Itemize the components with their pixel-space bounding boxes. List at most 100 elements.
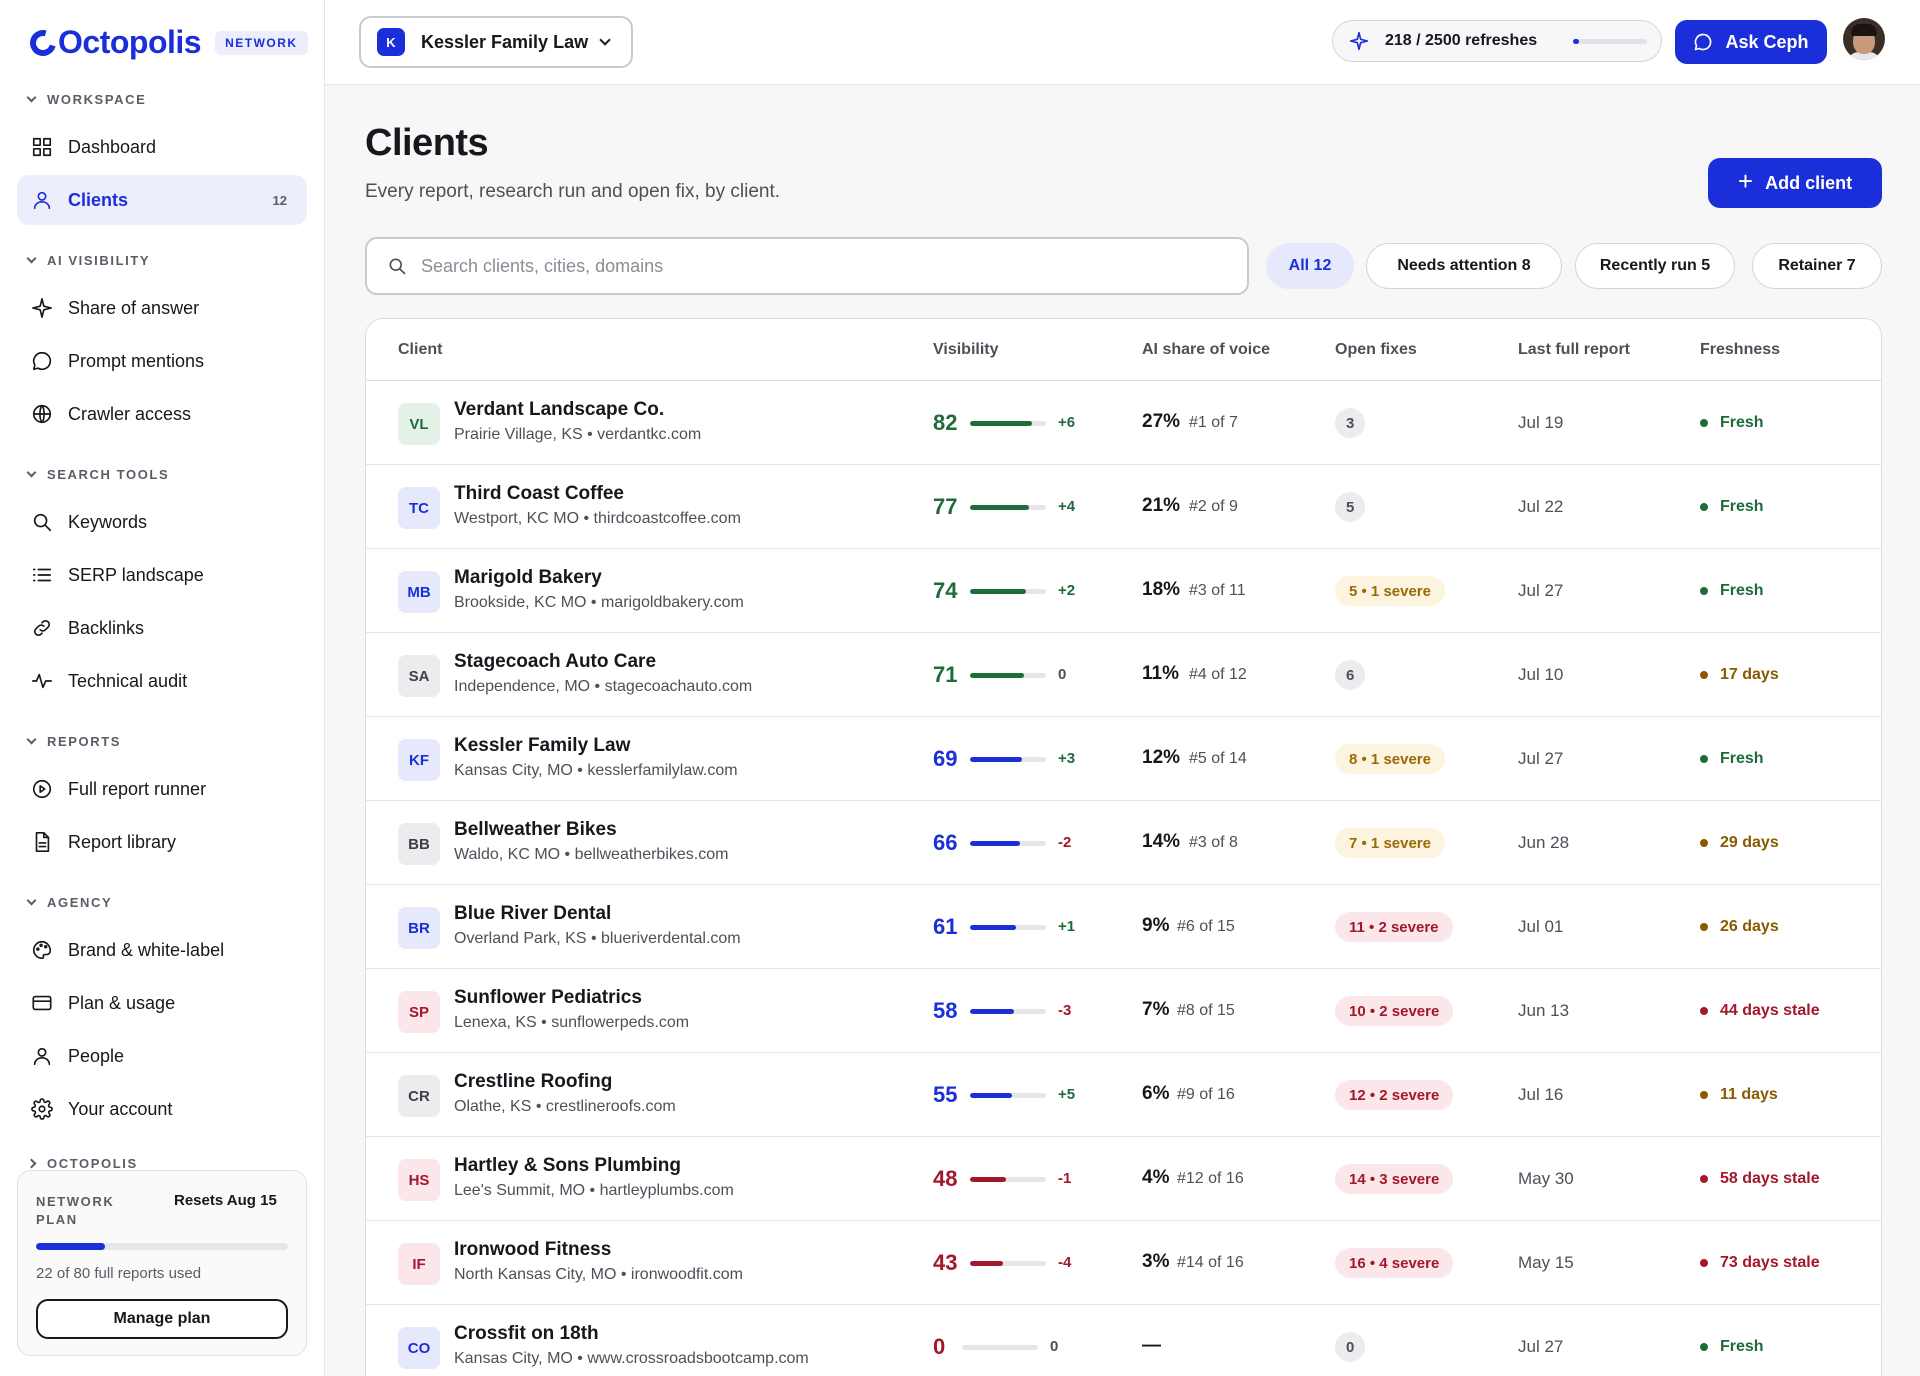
column-header-last-report[interactable]: Last full report — [1518, 341, 1630, 359]
visibility-score: 43 — [933, 1250, 958, 1275]
freshness-label: Fresh — [1720, 750, 1764, 767]
client-name[interactable]: Third Coast Coffee — [454, 483, 624, 505]
user-icon — [30, 188, 54, 212]
client-name[interactable]: Crestline Roofing — [454, 1071, 612, 1093]
section-label-ai-visibility[interactable]: AI VISIBILITY — [26, 253, 150, 268]
palette-icon — [30, 938, 54, 962]
client-name[interactable]: Marigold Bakery — [454, 567, 602, 589]
search-input[interactable] — [421, 255, 1221, 277]
section-label-agency[interactable]: AGENCY — [26, 895, 112, 910]
table-row[interactable]: VL Verdant Landscape Co. Prairie Village, … — [366, 381, 1881, 465]
open-fixes-badge[interactable]: 5 — [1335, 492, 1366, 522]
sidebar-item-report-library[interactable]: Report library — [17, 817, 307, 867]
avatar[interactable] — [1843, 18, 1885, 60]
column-header-open-fixes[interactable]: Open fixes — [1335, 341, 1417, 359]
open-fixes-badge[interactable]: 8 • 1 severe — [1335, 744, 1445, 774]
section-label-search-tools[interactable]: SEARCH TOOLS — [26, 467, 169, 482]
table-row[interactable]: CR Crestline Roofing Olathe, KS • crestlin… — [366, 1053, 1881, 1137]
chevron-down-icon — [26, 253, 37, 264]
sidebar-item-technical-audit[interactable]: Technical audit — [17, 656, 307, 706]
share-of-voice-rank: #12 of 16 — [1177, 1170, 1244, 1187]
sidebar-item-prompt-mentions[interactable]: Prompt mentions — [17, 336, 307, 386]
filter-chip-needs-attention-8[interactable]: Needs attention 8 — [1366, 243, 1562, 289]
sidebar-item-backlinks[interactable]: Backlinks — [17, 603, 307, 653]
table-row[interactable]: TC Third Coast Coffee Westport, KC MO • th… — [366, 465, 1881, 549]
open-fixes-badge[interactable]: 16 • 4 severe — [1335, 1248, 1454, 1278]
ask-ceph-label: Ask Ceph — [1725, 31, 1809, 52]
status-dot-icon — [1700, 671, 1708, 679]
share-of-voice-percent: 14% — [1142, 831, 1181, 852]
sidebar-item-plan-and-usage[interactable]: Plan & usage — [17, 978, 307, 1028]
table-row[interactable]: MB Marigold Bakery Brookside, KC MO • mari… — [366, 549, 1881, 633]
table-row[interactable]: CO Crossfit on 18th Kansas City, MO • www.… — [366, 1305, 1881, 1376]
column-header-client[interactable]: Client — [398, 341, 442, 359]
client-name[interactable]: Blue River Dental — [454, 903, 611, 925]
column-header-visibility[interactable]: Visibility — [933, 341, 999, 359]
table-row[interactable]: HS Hartley & Sons Plumbing Lee's Summit, M… — [366, 1137, 1881, 1221]
octopolis-logo: Octopolis — [25, 24, 202, 61]
sidebar-item-crawler-access[interactable]: Crawler access — [17, 389, 307, 439]
table-row[interactable]: SP Sunflower Pediatrics Lenexa, KS • sunfl… — [366, 969, 1881, 1053]
share-of-voice-rank: #1 of 7 — [1189, 414, 1238, 431]
open-fixes-badge[interactable]: 10 • 2 severe — [1335, 996, 1454, 1026]
client-name[interactable]: Kessler Family Law — [454, 735, 630, 757]
section-label-reports[interactable]: REPORTS — [26, 734, 121, 749]
table-row[interactable]: KF Kessler Family Law Kansas City, MO • ke… — [366, 717, 1881, 801]
column-header-freshness[interactable]: Freshness — [1700, 341, 1780, 359]
sidebar-item-dashboard[interactable]: Dashboard — [17, 122, 307, 172]
filter-chip-all-12[interactable]: All 12 — [1266, 243, 1354, 289]
manage-plan-button[interactable]: Manage plan — [36, 1299, 288, 1339]
sidebar-item-serp-landscape[interactable]: SERP landscape — [17, 550, 307, 600]
visibility-bar — [970, 757, 1046, 762]
sidebar-item-keywords[interactable]: Keywords — [17, 497, 307, 547]
filter-chip-retainer-7[interactable]: Retainer 7 — [1752, 243, 1882, 289]
share-of-voice-percent: 21% — [1142, 495, 1181, 516]
sidebar-item-clients[interactable]: Clients 12 — [17, 175, 307, 225]
brand[interactable]: Octopolis NETWORK — [25, 24, 308, 61]
ask-ceph-button[interactable]: Ask Ceph — [1675, 20, 1827, 64]
table-row[interactable]: BB Bellweather Bikes Waldo, KC MO • bellwe… — [366, 801, 1881, 885]
add-client-button[interactable]: + Add client — [1708, 158, 1882, 208]
client-name[interactable]: Bellweather Bikes — [454, 819, 617, 841]
table-row[interactable]: BR Blue River Dental Overland Park, KS • b… — [366, 885, 1881, 969]
refresh-count: 218 / 2500 refreshes — [1385, 32, 1538, 49]
column-header-share-of-voice[interactable]: AI share of voice — [1142, 341, 1270, 359]
sidebar-item-full-report-runner[interactable]: Full report runner — [17, 764, 307, 814]
client-name[interactable]: Stagecoach Auto Care — [454, 651, 656, 673]
open-fixes-badge[interactable]: 7 • 1 severe — [1335, 828, 1445, 858]
sidebar-item-brand-and-white-label[interactable]: Brand & white-label — [17, 925, 307, 975]
open-fixes-badge[interactable]: 5 • 1 severe — [1335, 576, 1445, 606]
last-report-date: Jul 01 — [1518, 917, 1564, 936]
section-label-workspace[interactable]: WORKSPACE — [26, 92, 146, 107]
open-fixes-badge[interactable]: 12 • 2 severe — [1335, 1080, 1454, 1110]
visibility-bar-fill — [970, 1093, 1012, 1098]
client-name[interactable]: Hartley & Sons Plumbing — [454, 1155, 681, 1177]
status-dot-icon — [1700, 1175, 1708, 1183]
client-name[interactable]: Sunflower Pediatrics — [454, 987, 642, 1009]
sidebar-item-label: Clients — [68, 189, 129, 210]
client-name[interactable]: Crossfit on 18th — [454, 1323, 599, 1345]
table-row[interactable]: SA Stagecoach Auto Care Independence, MO •… — [366, 633, 1881, 717]
client-name[interactable]: Verdant Landscape Co. — [454, 399, 664, 421]
filter-chip-recently-run-5[interactable]: Recently run 5 — [1575, 243, 1735, 289]
sidebar-item-share-of-answer[interactable]: Share of answer — [17, 283, 307, 333]
visibility-bar — [970, 673, 1046, 678]
sidebar-item-count: 12 — [272, 192, 287, 208]
client-meta: Prairie Village, KS • verdantkc.com — [454, 426, 702, 443]
grid-icon — [30, 135, 54, 159]
list-icon — [30, 563, 54, 587]
open-fixes-badge[interactable]: 0 — [1335, 1332, 1366, 1362]
table-row[interactable]: IF Ironwood Fitness North Kansas City, MO … — [366, 1221, 1881, 1305]
sidebar-item-people[interactable]: People — [17, 1031, 307, 1081]
section-label-octopolis[interactable]: OCTOPOLIS — [26, 1156, 138, 1171]
open-fixes-badge[interactable]: 11 • 2 severe — [1335, 912, 1453, 942]
open-fixes-badge[interactable]: 14 • 3 severe — [1335, 1164, 1454, 1194]
refresh-usage-pill[interactable]: 218 / 2500 refreshes — [1332, 20, 1662, 62]
open-fixes-badge[interactable]: 3 — [1335, 408, 1366, 438]
open-fixes-badge[interactable]: 6 — [1335, 660, 1366, 690]
sidebar-item-your-account[interactable]: Your account — [17, 1084, 307, 1134]
share-of-voice-percent: 4% — [1142, 1167, 1170, 1188]
pulse-icon — [30, 669, 54, 693]
client-switcher[interactable]: K Kessler Family Law — [359, 16, 633, 68]
client-name[interactable]: Ironwood Fitness — [454, 1239, 611, 1261]
